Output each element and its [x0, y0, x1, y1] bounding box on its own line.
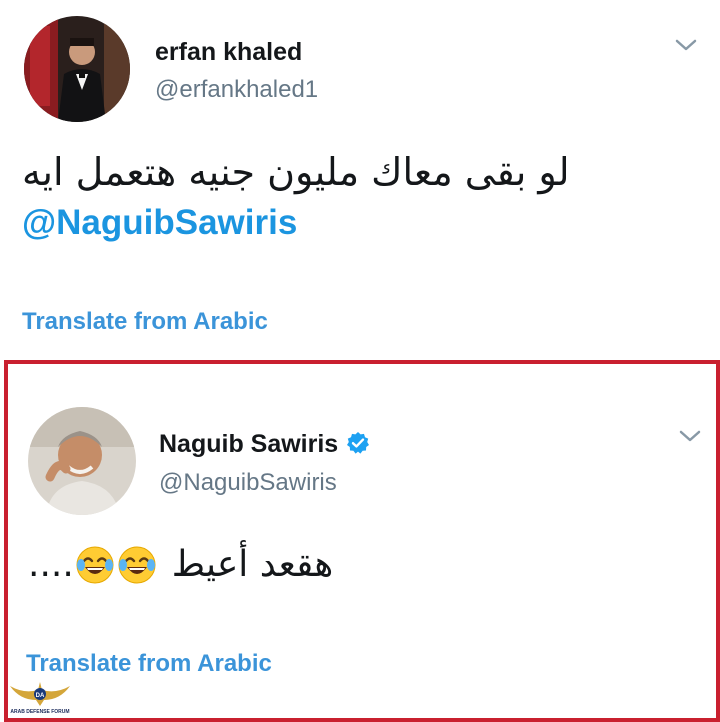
laughing-emoji-icon	[76, 546, 114, 583]
avatar[interactable]	[24, 16, 130, 122]
translate-link[interactable]: Translate from Arabic	[22, 308, 268, 336]
tweet-card-2[interactable]: Naguib Sawiris @NaguibSawiris .... هقعد …	[4, 360, 720, 722]
tweet-body: .... هقعد أعيط	[28, 544, 333, 585]
chevron-down-icon[interactable]	[674, 36, 698, 54]
profile-photo	[24, 16, 130, 122]
tweet-card-1[interactable]: erfan khaled @erfankhaled1 لو بقى معاك م…	[0, 0, 720, 358]
chevron-down-icon[interactable]	[678, 427, 702, 445]
mention-link[interactable]: @NaguibSawiris	[22, 203, 297, 243]
logo-initials: DA	[36, 693, 45, 699]
avatar[interactable]	[28, 407, 136, 515]
forum-logo-watermark: DA ARAB DEFENSE FORUM	[10, 682, 70, 715]
verified-badge-icon	[347, 432, 370, 454]
display-name-text[interactable]: Naguib Sawiris	[159, 430, 338, 458]
tweet-text: هقعد أعيط	[171, 544, 334, 585]
display-name[interactable]: Naguib Sawiris	[159, 430, 370, 459]
user-handle[interactable]: @erfankhaled1	[155, 76, 318, 104]
profile-photo	[28, 407, 136, 515]
tweet-ellipsis: ....	[28, 544, 74, 585]
watermark-text: ARAB DEFENSE FORUM	[10, 709, 69, 715]
user-handle[interactable]: @NaguibSawiris	[159, 469, 337, 497]
tweet-text: لو بقى معاك مليون جنيه هتعمل ايه	[22, 150, 570, 194]
laughing-emoji-icon	[118, 546, 156, 583]
display-name[interactable]: erfan khaled	[155, 38, 302, 67]
